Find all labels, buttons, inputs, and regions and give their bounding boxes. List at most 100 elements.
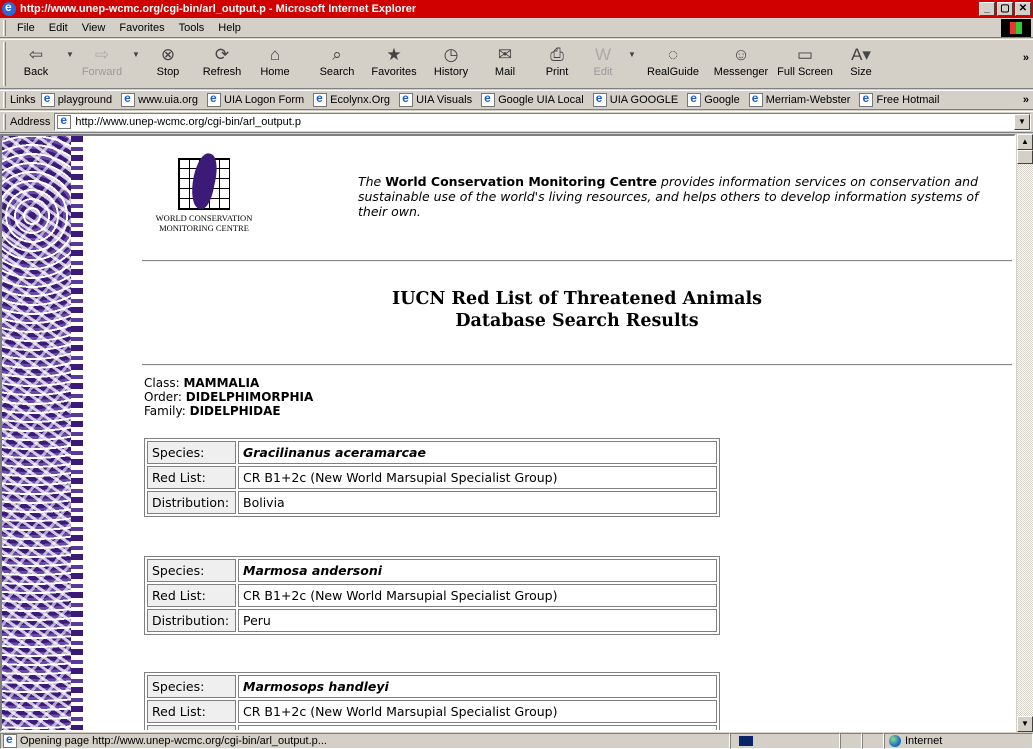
link-label: UIA Logon Form [224, 94, 305, 106]
vertical-scrollbar[interactable]: ▲ ▼ [1017, 134, 1033, 732]
page-icon [748, 91, 763, 107]
forward-button[interactable]: ⇨ Forward [76, 40, 128, 88]
menu-tools[interactable]: Tools [172, 22, 212, 34]
print-label: Print [545, 66, 569, 78]
back-dropdown[interactable]: ▼ [62, 40, 76, 88]
maximize-button[interactable]: ▢ [997, 2, 1013, 16]
address-dropdown-icon[interactable]: ▼ [1014, 114, 1030, 130]
menu-favorites[interactable]: Favorites [112, 22, 171, 34]
back-arrow-icon: ⇦ [28, 45, 44, 64]
link-google-uia-local[interactable]: Google UIA Local [481, 91, 584, 107]
fullscreen-button[interactable]: ▭ Full Screen [774, 40, 836, 88]
distribution-label: Distribution: [147, 725, 236, 730]
menu-file[interactable]: File [10, 22, 42, 34]
internet-globe-icon [889, 734, 901, 747]
class-value: MAMMALIA [183, 376, 260, 390]
redlist-label: Red List: [147, 700, 236, 723]
edit-dropdown[interactable]: ▼ [624, 40, 638, 88]
realguide-button[interactable]: ◌ RealGuide [638, 40, 708, 88]
home-button[interactable]: ⌂ Home [250, 40, 300, 88]
distribution-label: Distribution: [147, 491, 236, 514]
back-button[interactable]: ⇦ Back [10, 40, 62, 88]
back-label: Back [23, 66, 49, 78]
link-label: Ecolynx.Org [330, 94, 391, 106]
search-button[interactable]: ⌕ Search [310, 40, 364, 88]
minimize-button[interactable]: _ [979, 2, 995, 16]
link-uia-visuals[interactable]: UIA Visuals [399, 91, 472, 107]
standard-toolbar: ⇦ Back ▼ ⇨ Forward ▼ ⊗ Stop ⟳ Refresh ⌂ … [0, 39, 1033, 89]
window-title: http://www.unep-wcmc.org/cgi-bin/arl_out… [20, 3, 417, 15]
home-icon: ⌂ [269, 45, 281, 64]
forward-arrow-icon: ⇨ [94, 45, 110, 64]
link-uia-google[interactable]: UIA GOOGLE [592, 91, 678, 107]
messenger-label: Messenger [713, 66, 769, 78]
links-grip[interactable] [3, 92, 6, 108]
size-button[interactable]: A▾ Size [836, 40, 886, 88]
history-icon: ◷ [443, 45, 459, 64]
logo-line2: MONITORING CENTRE [159, 223, 249, 233]
fullscreen-icon: ▭ [796, 45, 814, 64]
messenger-button[interactable]: ☺ Messenger [708, 40, 774, 88]
mail-button[interactable]: ✉ Mail [478, 40, 532, 88]
history-button[interactable]: ◷ History [424, 40, 478, 88]
menu-edit[interactable]: Edit [42, 22, 75, 34]
address-label: Address [10, 116, 51, 128]
link-uia-logon[interactable]: UIA Logon Form [207, 91, 305, 107]
stop-button[interactable]: ⊗ Stop [142, 40, 194, 88]
page-icon [592, 91, 607, 107]
realguide-label: RealGuide [647, 66, 699, 78]
messenger-icon: ☺ [732, 45, 750, 64]
logo-line1: WORLD CONSERVATION [155, 213, 253, 223]
address-grip[interactable] [3, 114, 6, 130]
redlist-label: Red List: [147, 466, 236, 489]
scroll-thumb[interactable] [1017, 150, 1033, 164]
taxonomy-info: Class: MAMMALIA Order: DIDELPHIMORPHIA F… [144, 376, 313, 418]
link-uia-org[interactable]: www.uia.org [121, 91, 199, 107]
toolbar-overflow-icon[interactable]: » [1023, 52, 1029, 64]
link-ecolynx[interactable]: Ecolynx.Org [313, 91, 391, 107]
species-name: Gracilinanus aceramarcae [238, 441, 717, 464]
edit-button[interactable]: W Edit [582, 40, 624, 88]
page-title: IUCN Red List of Threatened Animals Data… [142, 288, 1012, 332]
wcmc-logo[interactable]: WORLD CONSERVATION MONITORING CENTRE [154, 158, 254, 233]
close-button[interactable]: ✕ [1015, 2, 1031, 16]
species-label: Species: [147, 675, 236, 698]
menu-help[interactable]: Help [211, 22, 248, 34]
decorative-border-image [2, 136, 83, 730]
link-playground[interactable]: playground [40, 91, 113, 107]
toolbar-grip[interactable] [3, 42, 6, 86]
link-merriam-webster[interactable]: Merriam-Webster [748, 91, 850, 107]
refresh-button[interactable]: ⟳ Refresh [194, 40, 250, 88]
zone-pane: Internet [884, 732, 1033, 749]
page-icon [399, 91, 414, 107]
species-table: Species: Gracilinanus aceramarcae Red Li… [144, 438, 720, 517]
link-google[interactable]: Google [687, 91, 740, 107]
page-icon [207, 91, 222, 107]
links-overflow-icon[interactable]: » [1023, 94, 1029, 106]
stop-label: Stop [156, 66, 180, 78]
edit-icon: W [594, 45, 612, 64]
status-bar: Opening page http://www.unep-wcmc.org/cg… [0, 732, 1033, 749]
distribution-value [238, 725, 717, 730]
link-free-hotmail[interactable]: Free Hotmail [859, 91, 939, 107]
print-button[interactable]: ⎙ Print [532, 40, 582, 88]
link-label: www.uia.org [138, 94, 199, 106]
progress-pane [730, 732, 840, 749]
history-label: History [433, 66, 469, 78]
link-label: playground [57, 94, 113, 106]
menu-view[interactable]: View [75, 22, 113, 34]
species-table: Species: Marmosa andersoni Red List: CR … [144, 556, 720, 635]
table-row: Red List: CR B1+2c (New World Marsupial … [146, 583, 718, 608]
forward-dropdown[interactable]: ▼ [128, 40, 142, 88]
scroll-down-icon[interactable]: ▼ [1017, 716, 1033, 732]
address-input[interactable]: http://www.unep-wcmc.org/cgi-bin/arl_out… [54, 113, 1031, 131]
scroll-up-icon[interactable]: ▲ [1017, 134, 1033, 150]
wcmc-logo-icon [178, 158, 230, 210]
menu-grip[interactable] [3, 19, 6, 36]
table-row: Distribution: Peru [146, 608, 718, 633]
chevron-down-icon: ▼ [628, 50, 636, 59]
browser-window: http://www.unep-wcmc.org/cgi-bin/arl_out… [0, 0, 1033, 749]
favorites-button[interactable]: ★ Favorites [364, 40, 424, 88]
link-label: Google UIA Local [498, 94, 584, 106]
family-value: DIDELPHIDAE [189, 404, 281, 418]
